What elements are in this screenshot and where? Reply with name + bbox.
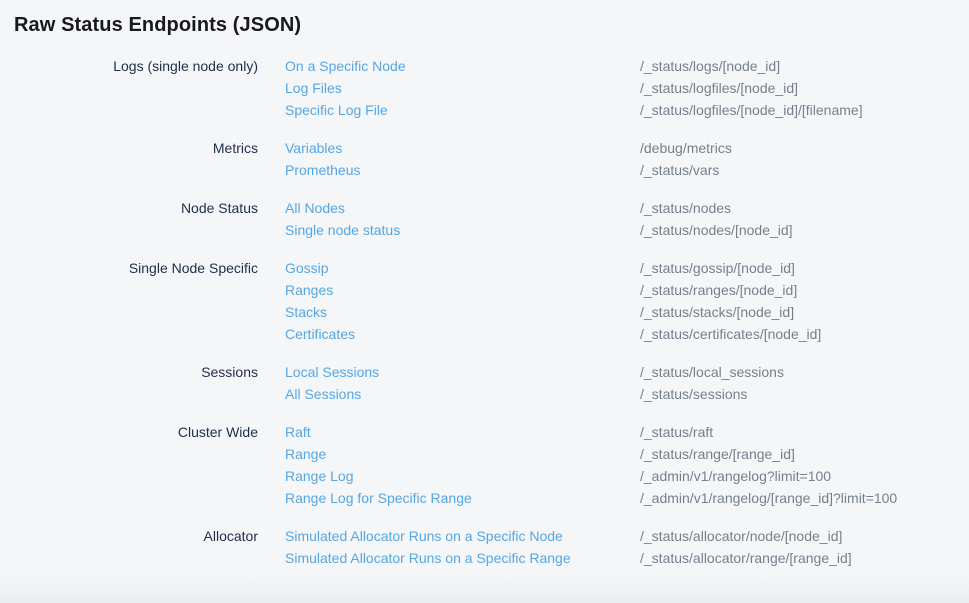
endpoint-link[interactable]: Local Sessions bbox=[285, 364, 640, 380]
endpoint-link[interactable]: All Sessions bbox=[285, 386, 640, 402]
endpoint-path: /_status/logfiles/[node_id]/[filename] bbox=[640, 102, 863, 118]
section-rows: All Nodes/_status/nodesSingle node statu… bbox=[258, 197, 793, 241]
endpoint-row: Prometheus/_status/vars bbox=[285, 159, 732, 181]
debug-endpoints-page: Raw Status Endpoints (JSON) Logs (single… bbox=[0, 0, 969, 603]
endpoint-path: /_status/range/[range_id] bbox=[640, 446, 795, 462]
endpoint-section: Node Status All Nodes/_status/nodesSingl… bbox=[14, 197, 953, 241]
endpoint-row: Single node status/_status/nodes/[node_i… bbox=[285, 219, 793, 241]
endpoint-link[interactable]: Ranges bbox=[285, 282, 640, 298]
endpoint-link[interactable]: Simulated Allocator Runs on a Specific R… bbox=[285, 550, 640, 566]
endpoint-path: /_status/stacks/[node_id] bbox=[640, 304, 794, 320]
endpoint-row: Ranges/_status/ranges/[node_id] bbox=[285, 279, 821, 301]
footer-band bbox=[0, 575, 969, 603]
endpoint-path: /_admin/v1/rangelog/[range_id]?limit=100 bbox=[640, 490, 897, 506]
endpoint-row: Simulated Allocator Runs on a Specific R… bbox=[285, 547, 852, 569]
endpoint-link[interactable]: Log Files bbox=[285, 80, 640, 96]
endpoint-path: /_status/logfiles/[node_id] bbox=[640, 80, 798, 96]
endpoint-link[interactable]: Simulated Allocator Runs on a Specific N… bbox=[285, 528, 640, 544]
endpoint-row: On a Specific Node/_status/logs/[node_id… bbox=[285, 55, 863, 77]
endpoint-path: /_status/gossip/[node_id] bbox=[640, 260, 795, 276]
endpoint-path: /_status/ranges/[node_id] bbox=[640, 282, 797, 298]
section-label: Single Node Specific bbox=[14, 257, 258, 279]
endpoint-link[interactable]: Gossip bbox=[285, 260, 640, 276]
endpoint-path: /_status/local_sessions bbox=[640, 364, 784, 380]
section-label: Node Status bbox=[14, 197, 258, 219]
endpoint-link[interactable]: Range Log bbox=[285, 468, 640, 484]
endpoint-row: Specific Log File/_status/logfiles/[node… bbox=[285, 99, 863, 121]
endpoint-link[interactable]: Range bbox=[285, 446, 640, 462]
endpoint-path: /_status/sessions bbox=[640, 386, 747, 402]
endpoint-path: /_status/nodes/[node_id] bbox=[640, 222, 793, 238]
endpoint-path: /_status/nodes bbox=[640, 200, 731, 216]
section-label: Allocator bbox=[14, 525, 258, 547]
endpoint-row: Variables/debug/metrics bbox=[285, 137, 732, 159]
section-rows: Raft/_status/raftRange/_status/range/[ra… bbox=[258, 421, 897, 509]
endpoint-link[interactable]: Range Log for Specific Range bbox=[285, 490, 640, 506]
endpoint-row: Range Log for Specific Range/_admin/v1/r… bbox=[285, 487, 897, 509]
endpoint-row: Stacks/_status/stacks/[node_id] bbox=[285, 301, 821, 323]
endpoint-row: Local Sessions/_status/local_sessions bbox=[285, 361, 784, 383]
endpoint-link[interactable]: Specific Log File bbox=[285, 102, 640, 118]
endpoint-link[interactable]: Prometheus bbox=[285, 162, 640, 178]
section-rows: Simulated Allocator Runs on a Specific N… bbox=[258, 525, 852, 569]
endpoints-table: Logs (single node only) On a Specific No… bbox=[14, 55, 953, 569]
endpoint-row: Log Files/_status/logfiles/[node_id] bbox=[285, 77, 863, 99]
endpoint-row: All Sessions/_status/sessions bbox=[285, 383, 784, 405]
section-label: Logs (single node only) bbox=[14, 55, 258, 77]
endpoint-section: Single Node Specific Gossip/_status/goss… bbox=[14, 257, 953, 345]
endpoint-section: Metrics Variables/debug/metricsPrometheu… bbox=[14, 137, 953, 181]
page-title: Raw Status Endpoints (JSON) bbox=[14, 13, 953, 37]
endpoint-path: /_status/logs/[node_id] bbox=[640, 58, 780, 74]
endpoint-link[interactable]: On a Specific Node bbox=[285, 58, 640, 74]
endpoint-path: /_status/allocator/node/[node_id] bbox=[640, 528, 842, 544]
endpoint-link[interactable]: Stacks bbox=[285, 304, 640, 320]
endpoint-row: Gossip/_status/gossip/[node_id] bbox=[285, 257, 821, 279]
endpoint-link[interactable]: Single node status bbox=[285, 222, 640, 238]
endpoint-link[interactable]: All Nodes bbox=[285, 200, 640, 216]
endpoint-row: Certificates/_status/certificates/[node_… bbox=[285, 323, 821, 345]
endpoint-path: /debug/metrics bbox=[640, 140, 732, 156]
section-label: Sessions bbox=[14, 361, 258, 383]
endpoint-link[interactable]: Raft bbox=[285, 424, 640, 440]
endpoint-row: Range Log/_admin/v1/rangelog?limit=100 bbox=[285, 465, 897, 487]
endpoint-path: /_status/certificates/[node_id] bbox=[640, 326, 821, 342]
endpoint-path: /_status/vars bbox=[640, 162, 719, 178]
endpoint-path: /_status/raft bbox=[640, 424, 713, 440]
endpoint-row: Raft/_status/raft bbox=[285, 421, 897, 443]
endpoint-row: Simulated Allocator Runs on a Specific N… bbox=[285, 525, 852, 547]
endpoint-path: /_admin/v1/rangelog?limit=100 bbox=[640, 468, 831, 484]
endpoint-link[interactable]: Variables bbox=[285, 140, 640, 156]
section-rows: Variables/debug/metricsPrometheus/_statu… bbox=[258, 137, 732, 181]
endpoint-row: All Nodes/_status/nodes bbox=[285, 197, 793, 219]
endpoint-section: Logs (single node only) On a Specific No… bbox=[14, 55, 953, 121]
section-label: Metrics bbox=[14, 137, 258, 159]
endpoint-row: Range/_status/range/[range_id] bbox=[285, 443, 897, 465]
endpoint-section: Allocator Simulated Allocator Runs on a … bbox=[14, 525, 953, 569]
section-rows: On a Specific Node/_status/logs/[node_id… bbox=[258, 55, 863, 121]
endpoint-section: Sessions Local Sessions/_status/local_se… bbox=[14, 361, 953, 405]
endpoint-path: /_status/allocator/range/[range_id] bbox=[640, 550, 852, 566]
endpoint-link[interactable]: Certificates bbox=[285, 326, 640, 342]
endpoint-section: Cluster Wide Raft/_status/raftRange/_sta… bbox=[14, 421, 953, 509]
section-rows: Gossip/_status/gossip/[node_id]Ranges/_s… bbox=[258, 257, 821, 345]
section-rows: Local Sessions/_status/local_sessionsAll… bbox=[258, 361, 784, 405]
section-label: Cluster Wide bbox=[14, 421, 258, 443]
